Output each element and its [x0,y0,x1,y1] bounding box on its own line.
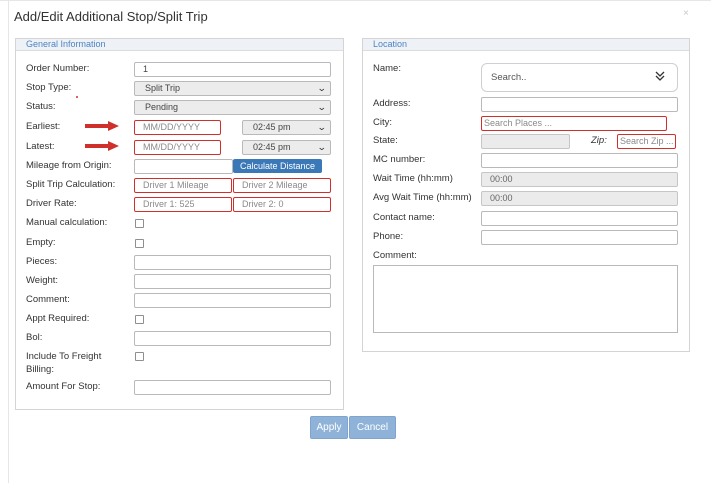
latest-date-input[interactable]: MM/DD/YYYY [134,140,221,155]
dialog-top-border [0,0,711,1]
comment-input[interactable] [134,293,331,308]
address-input[interactable] [481,97,678,112]
driver2-mileage-input[interactable]: Driver 2 Mileage [233,178,331,193]
pieces-label: Pieces: [26,256,58,267]
arrow-right-icon [85,141,119,151]
driver2-rate-input[interactable]: Driver 2: 0 [233,197,331,212]
manual-calculation-label: Manual calculation: [26,217,108,228]
location-header: Location [363,39,689,51]
latest-time-value: 02:45 pm [253,142,291,152]
earliest-time-select[interactable]: 02:45 pm ⌄ [242,120,331,135]
mileage-input[interactable] [134,159,233,174]
phone-label: Phone: [373,231,404,242]
weight-label: Weight: [26,275,59,286]
stop-type-label: Stop Type: [26,82,72,93]
location-name-label: Name: [373,63,401,74]
driver-rate-label: Driver Rate: [26,198,77,209]
city-input[interactable]: Search Places ... [481,116,667,131]
manual-calculation-checkbox[interactable] [135,219,144,228]
avg-wait-time-label: Avg Wait Time (hh:mm) [373,192,472,203]
zip-label: Zip: [591,135,607,146]
empty-checkbox[interactable] [135,239,144,248]
status-label: Status: [26,101,56,112]
location-comment-label: Comment: [373,250,417,261]
appt-required-checkbox[interactable] [135,315,144,324]
chevron-down-icon: ⌄ [317,102,328,112]
latest-time-select[interactable]: 02:45 pm ⌄ [242,140,331,155]
chevron-down-icon: ⌄ [317,142,328,152]
include-freight-label: Include To Freight [26,351,102,362]
earliest-time-value: 02:45 pm [253,122,291,132]
chevron-down-icon: ⌄ [317,122,328,132]
avg-wait-time-input[interactable]: 00:00 [481,191,678,206]
phone-input[interactable] [481,230,678,245]
wait-time-label: Wait Time (hh:mm) [373,173,453,184]
pieces-input[interactable] [134,255,331,270]
mc-number-input[interactable] [481,153,678,168]
bol-input[interactable] [134,331,331,346]
stop-type-value: Split Trip [145,83,181,93]
city-label: City: [373,117,392,128]
latest-label: Latest: [26,141,55,152]
mileage-label: Mileage from Origin: [26,160,112,171]
weight-input[interactable] [134,274,331,289]
general-information-header: General Information [16,39,343,51]
order-number-input[interactable]: 1 [134,62,331,77]
split-trip-label: Split Trip Calculation: [26,179,116,190]
bol-label: Bol: [26,332,43,343]
calculate-distance-button[interactable]: Calculate Distance [233,159,322,173]
empty-label: Empty: [26,237,56,248]
state-input[interactable] [481,134,570,149]
cancel-button[interactable]: Cancel [349,416,396,439]
amount-for-stop-input[interactable] [134,380,331,395]
wait-time-input[interactable]: 00:00 [481,172,678,187]
contact-name-input[interactable] [481,211,678,226]
location-search-placeholder: Search.. [491,72,527,83]
zip-input[interactable]: Search Zip ... [617,134,676,149]
status-select[interactable]: Pending ⌄ [134,100,331,115]
appt-required-label: Appt Required: [26,313,90,324]
earliest-date-input[interactable]: MM/DD/YYYY [134,120,221,135]
chevron-down-icon: ⌄ [317,83,328,93]
state-label: State: [373,135,398,146]
driver1-mileage-input[interactable]: Driver 1 Mileage [134,178,232,193]
driver1-rate-input[interactable]: Driver 1: 525 [134,197,232,212]
arrow-right-icon [85,121,119,131]
location-search-box[interactable]: Search.. [481,63,678,92]
stop-type-select[interactable]: Split Trip ⌄ [134,81,331,96]
amount-for-stop-label: Amount For Stop: [26,381,101,392]
mc-number-label: MC number: [373,154,426,165]
apply-button[interactable]: Apply [310,416,348,439]
contact-name-label: Contact name: [373,212,435,223]
dialog-left-border [8,0,9,483]
double-chevron-down-icon[interactable] [654,70,666,85]
comment-label: Comment: [26,294,70,305]
address-label: Address: [373,98,411,109]
order-number-label: Order Number: [26,63,90,74]
include-freight-checkbox[interactable] [135,352,144,361]
close-icon[interactable]: × [683,8,689,19]
dialog-title: Add/Edit Additional Stop/Split Trip [14,9,208,24]
location-comment-textarea[interactable] [373,265,678,333]
include-freight-label-line2: Billing: [26,364,54,375]
required-dot [76,96,78,98]
status-value: Pending [145,102,179,112]
earliest-label: Earliest: [26,121,61,132]
